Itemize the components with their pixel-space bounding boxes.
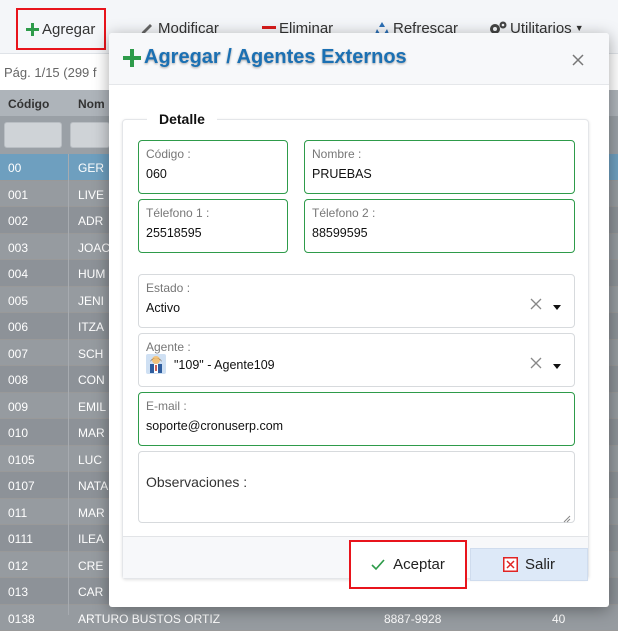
checkmark-icon xyxy=(371,559,385,571)
agente-label: Agente : xyxy=(146,340,191,354)
row-code: 001 xyxy=(8,188,28,202)
row-name: LUC xyxy=(78,453,102,467)
plus-icon xyxy=(26,23,39,36)
clear-x-icon[interactable] xyxy=(530,357,542,369)
nombre-value: PRUEBAS xyxy=(312,167,372,181)
row-phone: 8887-9928 xyxy=(384,612,441,626)
nombre-label: Nombre : xyxy=(312,147,361,161)
row-code: 010 xyxy=(8,426,28,440)
telefono1-label: Télefono 1 : xyxy=(146,206,209,220)
filter-nombre-input[interactable] xyxy=(70,122,110,148)
column-divider xyxy=(68,154,69,615)
telefono1-value: 25518595 xyxy=(146,226,202,240)
caret-down-icon[interactable] xyxy=(552,300,562,308)
row-name: ITZA xyxy=(78,320,104,334)
row-code: 007 xyxy=(8,347,28,361)
detail-panel: Detalle Código : 060 Nombre : PRUEBAS Té… xyxy=(122,119,589,579)
observaciones-textarea[interactable]: Observaciones : xyxy=(138,451,575,523)
accept-button[interactable]: Aceptar xyxy=(349,540,467,589)
x-square-icon xyxy=(503,557,518,572)
telefono2-value: 88599595 xyxy=(312,226,368,240)
dialog-header: Agregar / Agentes Externos xyxy=(109,33,609,85)
row-code: 003 xyxy=(8,241,28,255)
dialog-title: Agregar / Agentes Externos xyxy=(123,46,407,69)
chevron-down-icon: ▼ xyxy=(575,23,584,33)
row-name: CAR xyxy=(78,585,103,599)
plus-icon xyxy=(123,49,141,67)
row-code: 0105 xyxy=(8,453,35,467)
header-nombre[interactable]: Nom xyxy=(78,97,105,111)
row-name: ILEA xyxy=(78,532,104,546)
email-field[interactable]: E-mail : soporte@cronuserp.com xyxy=(138,392,575,446)
row-code: 002 xyxy=(8,214,28,228)
close-icon[interactable] xyxy=(571,53,585,67)
row-name: JOAC xyxy=(78,241,110,255)
row-code: 011 xyxy=(8,506,27,520)
row-code: 008 xyxy=(8,373,28,387)
row-number: 40 xyxy=(552,612,565,626)
telefono1-field[interactable]: Télefono 1 : 25518595 xyxy=(138,199,288,253)
row-name: MAR xyxy=(78,426,105,440)
row-code: 013 xyxy=(8,585,28,599)
clear-x-icon[interactable] xyxy=(530,298,542,310)
estado-select[interactable]: Estado : Activo xyxy=(138,274,575,328)
row-name: SCH xyxy=(78,347,103,361)
row-code: 005 xyxy=(8,294,28,308)
caret-down-icon[interactable] xyxy=(552,359,562,367)
row-code: 006 xyxy=(8,320,28,334)
row-name: NATA xyxy=(78,479,108,493)
resize-grip-icon[interactable] xyxy=(563,511,571,519)
row-name: ARTURO BUSTOS ORTIZ xyxy=(78,612,220,626)
section-title: Detalle xyxy=(147,111,217,127)
row-code: 0111 xyxy=(8,532,33,546)
email-label: E-mail : xyxy=(146,399,187,413)
codigo-value: 060 xyxy=(146,167,167,181)
email-value: soporte@cronuserp.com xyxy=(146,419,283,433)
add-agent-dialog: Agregar / Agentes Externos Detalle Códig… xyxy=(109,33,609,607)
codigo-field[interactable]: Código : 060 xyxy=(138,140,288,194)
pager-info: Pág. 1/15 (299 f xyxy=(4,65,97,80)
observaciones-label: Observaciones : xyxy=(146,474,247,490)
row-name: EMIL xyxy=(78,400,106,414)
row-name: HUM xyxy=(78,267,105,281)
agente-value: "109" - Agente109 xyxy=(174,358,275,372)
row-name: CRE xyxy=(78,559,103,573)
row-code: 0138 xyxy=(8,612,35,626)
agent-avatar-icon xyxy=(146,354,166,374)
row-code: 012 xyxy=(8,559,28,573)
row-name: LIVE xyxy=(78,188,104,202)
row-name: JENI xyxy=(78,294,104,308)
dialog-title-text: Agregar / Agentes Externos xyxy=(144,46,407,69)
table-row[interactable]: 0138 ARTURO BUSTOS ORTIZ 8887-9928 40 xyxy=(0,605,618,631)
header-codigo[interactable]: Código xyxy=(8,97,49,111)
estado-label: Estado : xyxy=(146,281,190,295)
row-name: CON xyxy=(78,373,105,387)
row-name: ADR xyxy=(78,214,103,228)
estado-value: Activo xyxy=(146,301,180,315)
row-code: 004 xyxy=(8,267,28,281)
agente-select[interactable]: Agente : "109" - Agente109 xyxy=(138,333,575,387)
row-code: 00 xyxy=(8,161,21,175)
row-name: GER xyxy=(78,161,104,175)
nombre-field[interactable]: Nombre : PRUEBAS xyxy=(304,140,575,194)
exit-label: Salir xyxy=(525,556,555,573)
filter-codigo-input[interactable] xyxy=(4,122,62,148)
codigo-label: Código : xyxy=(146,147,191,161)
row-code: 009 xyxy=(8,400,28,414)
add-label: Agregar xyxy=(42,21,95,38)
telefono2-field[interactable]: Télefono 2 : 88599595 xyxy=(304,199,575,253)
exit-button[interactable]: Salir xyxy=(470,548,588,581)
accept-label: Aceptar xyxy=(393,556,445,573)
add-button[interactable]: Agregar xyxy=(16,8,106,50)
row-code: 0107 xyxy=(8,479,35,493)
row-name: MAR xyxy=(78,506,105,520)
minus-icon xyxy=(262,26,276,30)
telefono2-label: Télefono 2 : xyxy=(312,206,375,220)
